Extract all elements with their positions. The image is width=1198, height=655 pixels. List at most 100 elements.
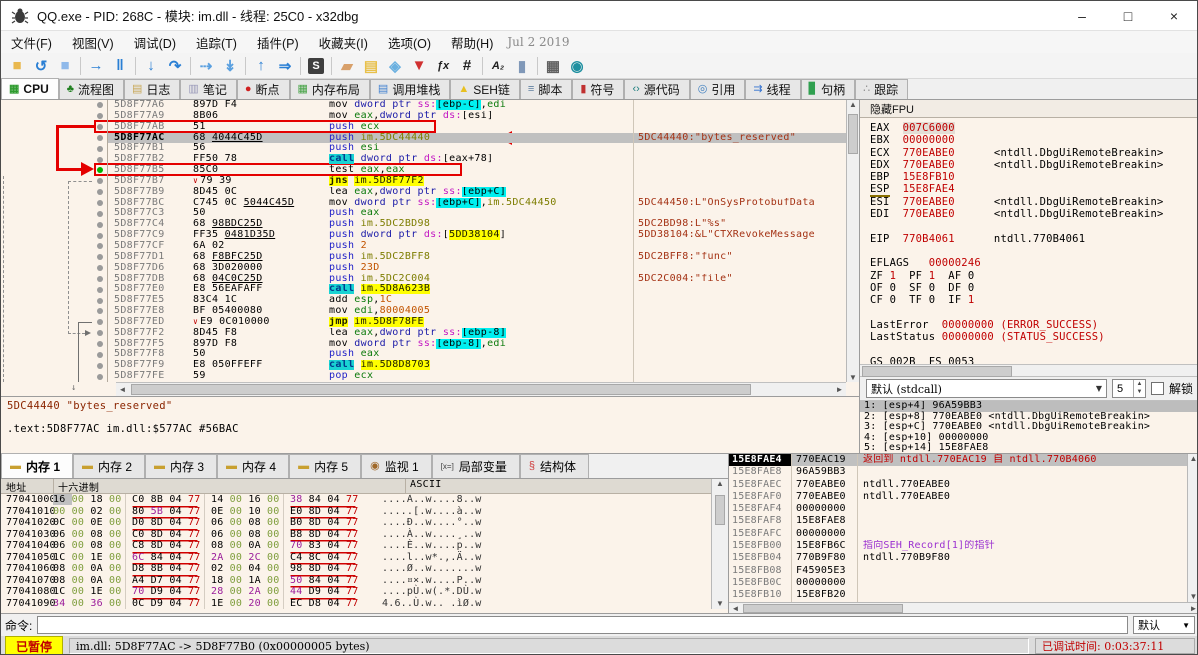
register-line[interactable]: CF 0 TF 0 IF 1	[870, 294, 1197, 306]
tab-内存 1[interactable]: ▬ 内存 1	[1, 453, 74, 478]
register-line[interactable]: EBX 00000000	[870, 134, 1197, 146]
tab-内存布局[interactable]: ▦ 内存布局	[289, 79, 370, 99]
unlock-checkbox[interactable]	[1150, 382, 1164, 395]
tab-内存 5[interactable]: ▬ 内存 5	[289, 454, 362, 478]
strings-icon[interactable]: A₂	[486, 55, 510, 77]
memory-row[interactable]: 77041050 1C 00 1E 00 6C 84 04 77 2A 00 2C 0…	[1, 551, 711, 563]
breakpoint-dot-icon[interactable]	[93, 143, 107, 154]
disassembly-panel[interactable]: 5D8F77A6 897D F4 mov dword ptr ss:[ebp-C],…	[1, 100, 846, 382]
disasm-row[interactable]: 5D8F77AB 51 push ecx	[1, 121, 846, 133]
register-line[interactable]: LastError 00000000 (ERROR_SUCCESS)	[870, 319, 1197, 331]
tab-笔记[interactable]: ▥ 笔记	[180, 79, 237, 99]
breakpoint-dot-icon[interactable]	[93, 133, 107, 144]
register-line[interactable]: EDI 770EABE0 <ntdll.DbgUiRemoteBreakin>	[870, 208, 1197, 220]
menu-item[interactable]: 调试(D)	[124, 31, 186, 54]
stack-row[interactable]: 15E8FAF0 770EABE0 ntdll.770EABE0	[729, 490, 1197, 504]
scroll-down-arrow-icon[interactable]: ▼	[847, 373, 859, 382]
breakpoint-dot-icon[interactable]	[93, 306, 107, 317]
memory-row[interactable]: 77041090 34 00 36 00 0C D9 04 77 1E 00 20 0…	[1, 597, 711, 609]
breakpoint-dot-icon[interactable]	[93, 230, 107, 241]
memory-row[interactable]: 77041060 08 00 0A 00 D8 8B 04 77 02 00 04 0…	[1, 563, 711, 575]
menu-item[interactable]: 文件(F)	[1, 31, 62, 54]
breakpoint-dot-icon[interactable]	[93, 328, 107, 339]
register-line[interactable]: ECX 770EABE0 <ntdll.DbgUiRemoteBreakin>	[870, 147, 1197, 159]
register-line[interactable]	[870, 343, 1197, 355]
breakpoint-dot-icon[interactable]	[93, 187, 107, 198]
register-line[interactable]: LastStatus 00000000 (STATUS_SUCCESS)	[870, 331, 1197, 343]
breakpoint-dot-icon[interactable]	[93, 111, 107, 122]
stack-row[interactable]: 15E8FAF4 00000000	[729, 503, 1197, 516]
stack-row[interactable]: 15E8FB00 15E8FB6C 指向SEH_Record[1]的指针	[729, 540, 1197, 553]
stack-row[interactable]: 15E8FB0C 00000000	[729, 576, 1197, 590]
run-to-user-code-icon[interactable]: ⇒	[273, 55, 297, 77]
disasm-vertical-scrollbar[interactable]: ▲ ▼	[846, 100, 859, 382]
menu-item[interactable]: 收藏夹(I)	[309, 31, 378, 54]
calling-convention-select[interactable]: 默认 (stdcall) ▼	[866, 379, 1107, 398]
stack-row[interactable]: 15E8FAE8 96A59BB3	[729, 466, 1197, 479]
preferences-globe-icon[interactable]: ◉	[565, 55, 589, 77]
tab-跟踪[interactable]: ∴ 跟踪	[855, 79, 909, 99]
step-over-icon[interactable]: ↷	[163, 55, 187, 77]
breakpoint-dot-icon[interactable]	[93, 208, 107, 219]
stack-row[interactable]: 15E8FAF8 15E8FAE8	[729, 515, 1197, 528]
command-history-select[interactable]: 默认 ▼	[1133, 616, 1195, 634]
trace-into-icon[interactable]: ⇢	[194, 55, 218, 77]
hide-fpu-button[interactable]: 隐藏FPU	[860, 100, 1197, 118]
stack-rows[interactable]: 15E8FAE4 770EAC19 返回到 ntdll.770EAC19 自 ntd…	[729, 454, 1197, 602]
tab-调用堆栈[interactable]: ▤ 调用堆栈	[369, 79, 451, 99]
comments-icon[interactable]: ▤	[359, 55, 383, 77]
trace-over-icon[interactable]: ↡	[218, 55, 242, 77]
memory-dump-panel[interactable]: 77041000 16 00 18 00 C0 8B 04 77 14 00 16 0…	[1, 494, 711, 609]
scroll-down-arrow-icon[interactable]: ▼	[1188, 592, 1197, 601]
hash-icon[interactable]: #	[455, 55, 479, 77]
register-line[interactable]: EDX 770EABE0 <ntdll.DbgUiRemoteBreakin>	[870, 159, 1197, 171]
memory-row[interactable]: 77041080 1C 00 1E 00 70 D9 04 77 28 00 2A 0…	[1, 586, 711, 598]
memory-row[interactable]: 77041020 0C 00 0E 00 D0 8D 04 77 06 00 08 0…	[1, 517, 711, 529]
disasm-vscroll-thumb[interactable]	[848, 114, 858, 154]
execute-till-return-icon[interactable]: ↑	[249, 55, 273, 77]
menu-item[interactable]: 追踪(T)	[186, 31, 247, 54]
calculator-icon[interactable]: ▦	[541, 55, 565, 77]
disasm-row[interactable]: 5D8F77FE 59 pop ecx	[1, 370, 846, 382]
command-input[interactable]	[37, 616, 1128, 634]
breakpoint-dot-icon[interactable]	[93, 176, 107, 187]
memory-row[interactable]: 77041000 16 00 18 00 C0 8B 04 77 14 00 16 0…	[1, 494, 711, 506]
tab-符号[interactable]: ▮ 符号	[572, 79, 625, 99]
menu-item[interactable]: 插件(P)	[247, 31, 309, 54]
tab-CPU[interactable]: ▦ CPU	[1, 78, 59, 99]
scroll-right-arrow-icon[interactable]: ►	[833, 383, 846, 396]
patches-icon[interactable]: ▰	[335, 55, 359, 77]
breakpoint-dot-icon[interactable]	[93, 165, 107, 176]
stack-row[interactable]: 15E8FB04 770B9F80 ntdll.770B9F80	[729, 552, 1197, 565]
register-list[interactable]: EAX 007C6000 EBX 00000000 ECX 770EABE0 <nt…	[860, 118, 1197, 364]
breakpoint-dot-icon[interactable]	[93, 371, 107, 382]
stack-argument-row[interactable]: 5: [esp+14] 15E8FAE8	[860, 443, 1197, 453]
tab-脚本[interactable]: ≡ 脚本	[519, 79, 573, 99]
attach-icon[interactable]: ▮	[510, 55, 534, 77]
breakpoint-dot-icon[interactable]	[93, 349, 107, 360]
breakpoint-dot-icon[interactable]	[93, 360, 107, 371]
disasm-row[interactable]: 5D8F77F2 8D45 F8 lea eax,dword ptr ss:[ebp…	[1, 327, 846, 339]
breakpoint-dot-icon[interactable]	[93, 263, 107, 274]
memory-row[interactable]: 77041010 00 00 02 00 80 5B 04 77 0E 00 10 0…	[1, 505, 711, 517]
arg-count-spinner[interactable]: 5 ▲ ▼	[1111, 379, 1146, 398]
registers-hscroll-thumb[interactable]	[862, 366, 1012, 377]
labels-icon[interactable]: ◈	[383, 55, 407, 77]
stack-row[interactable]: 15E8FB10 15E8FB20	[729, 589, 1197, 602]
disasm-horizontal-scrollbar[interactable]: ◄ ►	[116, 382, 846, 396]
tab-断点[interactable]: ● 断点	[236, 79, 290, 99]
run-icon[interactable]: →	[84, 55, 108, 77]
tab-源代码[interactable]: ‹› 源代码	[624, 79, 690, 99]
maximize-button[interactable]: □	[1105, 1, 1151, 30]
disasm-row[interactable]: 5D8F77B9 8D45 0C lea eax,dword ptr ss:[ebp…	[1, 186, 846, 198]
breakpoint-dot-icon[interactable]	[93, 241, 107, 252]
register-line[interactable]: OF 0 SF 0 DF 0	[870, 282, 1197, 294]
step-into-icon[interactable]: ↓	[139, 55, 163, 77]
stack-row[interactable]: 15E8FAE4 770EAC19 返回到 ntdll.770EAC19 自 ntd…	[729, 454, 1197, 467]
register-line[interactable]: ZF 1 PF 1 AF 0	[870, 270, 1197, 282]
stack-row[interactable]: 15E8FAEC 770EABE0 ntdll.770EABE0	[729, 478, 1197, 491]
register-line[interactable]: EIP 770B4061 ntdll.770B4061	[870, 233, 1197, 245]
tab-日志[interactable]: ▤ 日志	[123, 79, 181, 99]
stack-arguments-list[interactable]: 1: [esp+4] 96A59BB3 2: [esp+8] 770EABE0 <…	[860, 400, 1197, 453]
tab-结构体[interactable]: § 结构体	[519, 454, 589, 478]
